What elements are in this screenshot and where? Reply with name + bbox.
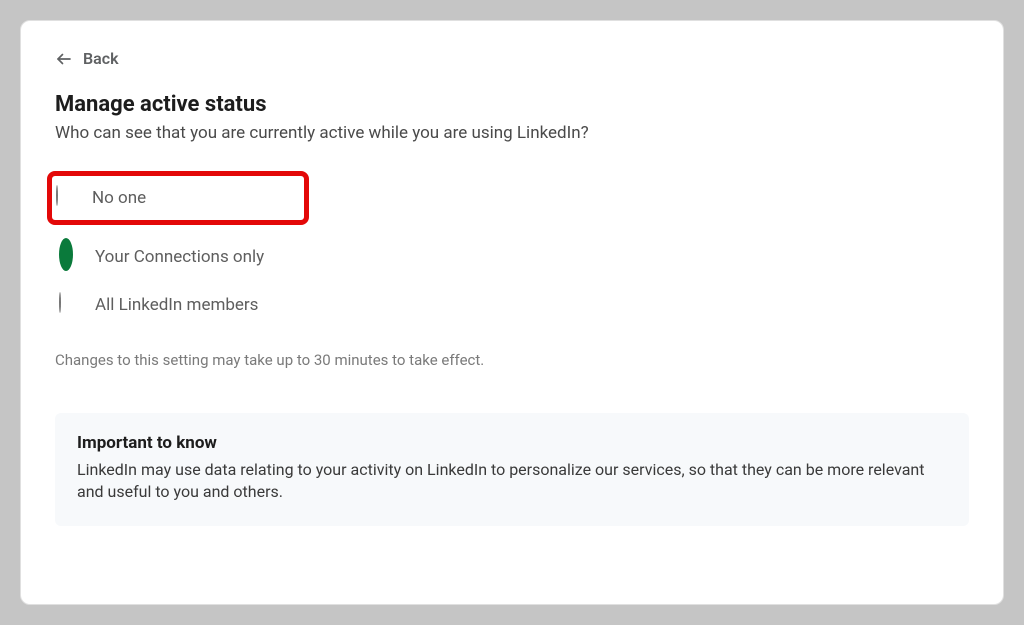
radio-icon: [56, 186, 80, 210]
settings-card: Back Manage active status Who can see th…: [20, 20, 1004, 605]
back-label: Back: [83, 49, 119, 68]
option-all-members[interactable]: All LinkedIn members: [55, 281, 969, 329]
option-label: No one: [92, 188, 146, 208]
option-connections[interactable]: Your Connections only: [55, 233, 969, 281]
info-text: LinkedIn may use data relating to your a…: [77, 459, 947, 504]
option-no-one[interactable]: No one: [47, 171, 309, 225]
page-subtitle: Who can see that you are currently activ…: [55, 123, 969, 143]
radio-group: No one Your Connections only All LinkedI…: [55, 171, 969, 329]
info-panel: Important to know LinkedIn may use data …: [55, 413, 969, 526]
radio-icon: [59, 293, 83, 317]
arrow-left-icon: [55, 50, 73, 68]
page-title: Manage active status: [55, 92, 969, 117]
settings-note: Changes to this setting may take up to 3…: [55, 351, 969, 369]
radio-icon-selected: [59, 245, 83, 269]
option-label: All LinkedIn members: [95, 295, 258, 315]
option-label: Your Connections only: [95, 247, 264, 267]
back-button[interactable]: Back: [55, 49, 969, 68]
info-title: Important to know: [77, 433, 947, 453]
